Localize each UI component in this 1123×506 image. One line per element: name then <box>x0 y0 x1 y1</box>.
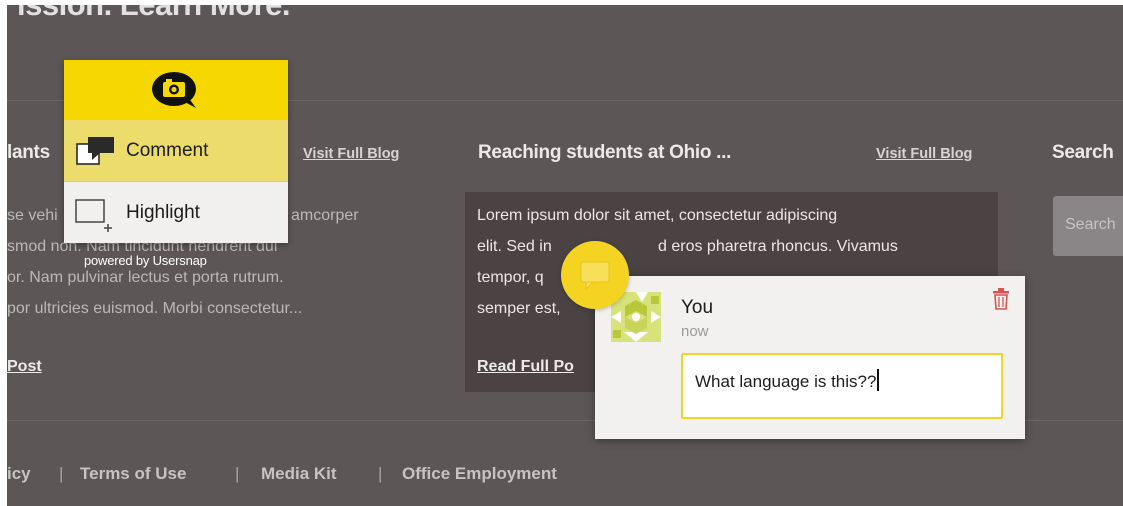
visit-full-blog-link-1[interactable]: Visit Full Blog <box>303 146 399 162</box>
blog-column-1-line-1b: amcorper <box>291 207 359 224</box>
blog-column-1-title[interactable]: lants <box>7 142 50 164</box>
powered-by-usersnap[interactable]: powered by Usersnap <box>84 253 207 268</box>
search-placeholder: Search <box>1065 216 1116 233</box>
footer-link-terms[interactable]: Terms of Use <box>80 464 186 484</box>
blog-column-2-title[interactable]: Reaching students at Ohio ... <box>478 142 731 164</box>
footer-link-privacy[interactable]: icy <box>7 464 31 484</box>
read-full-post-link-1[interactable]: Post <box>7 358 42 376</box>
pin-comment-icon <box>580 261 610 291</box>
visit-full-blog-link-2[interactable]: Visit Full Blog <box>876 146 972 162</box>
usersnap-header[interactable] <box>64 60 288 120</box>
comment-author: You <box>681 297 714 318</box>
footer-separator: | <box>235 464 240 483</box>
footer-separator: | <box>59 464 64 483</box>
search-heading: Search <box>1052 142 1114 163</box>
blog-column-1-line-4: por ultricies euismod. Morbi consectetur… <box>7 300 303 317</box>
usersnap-highlight-tool[interactable]: Highlight <box>64 182 288 243</box>
footer-separator: | <box>378 464 383 483</box>
search-input[interactable]: Search <box>1053 196 1123 256</box>
blog-column-2-line-2b: d eros pharetra rhoncus. Vivamus <box>658 238 898 255</box>
footer-link-media-kit[interactable]: Media Kit <box>261 464 337 484</box>
camera-bubble-icon <box>152 72 196 108</box>
blog-column-2-line-2a: elit. Sed in <box>477 238 552 255</box>
highlight-tool-label: Highlight <box>126 202 200 223</box>
text-caret <box>877 369 880 391</box>
footer-link-office-employment[interactable]: Office Employment <box>402 464 557 484</box>
usersnap-toolbar: Comment Highlight <box>64 60 288 243</box>
page-heading: ission. Learn More. <box>17 5 291 23</box>
comment-text-input[interactable]: What language is this?? <box>681 353 1003 419</box>
comment-text: What language is this?? <box>695 372 877 391</box>
comment-icon <box>76 137 114 165</box>
blog-column-1-line-1a: se vehi <box>7 207 58 224</box>
blog-column-2-line-1: Lorem ipsum dolor sit amet, consectetur … <box>477 207 838 224</box>
highlight-icon <box>75 199 112 232</box>
comment-popup: You now What language is this?? <box>595 276 1025 439</box>
blog-column-2-line-4: semper est, <box>477 300 561 317</box>
usersnap-comment-tool[interactable]: Comment <box>64 120 288 182</box>
read-full-post-link-2[interactable]: Read Full Po <box>477 358 574 376</box>
blog-column-2-line-3: tempor, q <box>477 269 544 286</box>
trash-icon[interactable] <box>992 288 1010 310</box>
comment-pin[interactable] <box>561 241 629 309</box>
comment-timestamp: now <box>681 323 709 340</box>
screenshot-stage: ission. Learn More. lants Visit Full Blo… <box>0 0 1123 506</box>
comment-tool-label: Comment <box>126 140 209 161</box>
